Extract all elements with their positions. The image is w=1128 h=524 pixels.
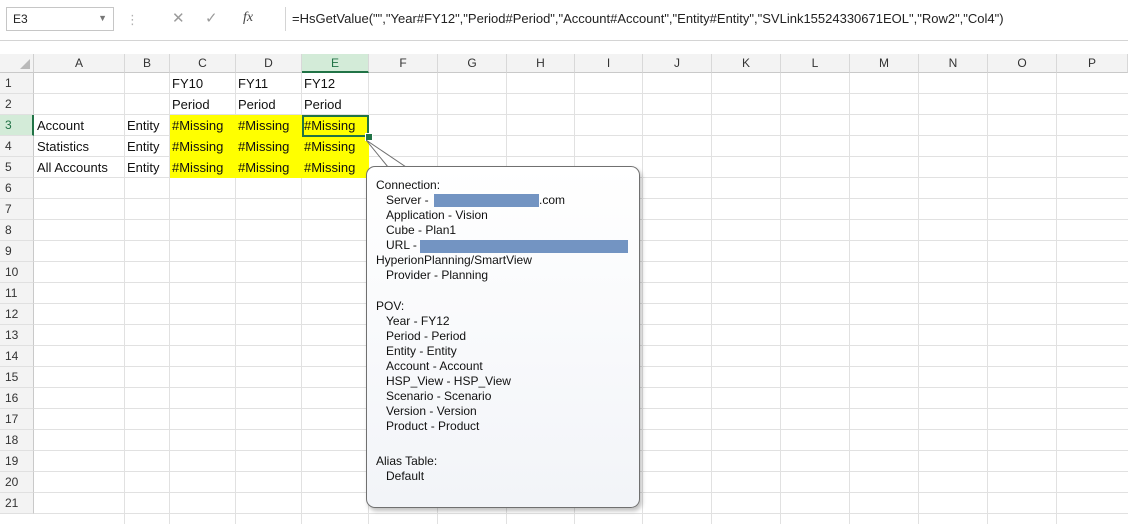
- column-header-i[interactable]: I: [575, 54, 643, 73]
- column-header-m[interactable]: M: [850, 54, 919, 73]
- cell-d1[interactable]: FY11: [236, 73, 302, 94]
- cell-e4[interactable]: #Missing: [302, 136, 369, 157]
- row-header-10[interactable]: 10: [0, 262, 34, 283]
- column-header-b[interactable]: B: [125, 54, 170, 73]
- pov-item: Period - Period: [386, 329, 467, 343]
- column-header-n[interactable]: N: [919, 54, 988, 73]
- provider-line: Provider - Planning: [386, 268, 489, 282]
- row-header-11[interactable]: 11: [0, 283, 34, 304]
- cell-a4[interactable]: Statistics: [35, 136, 125, 157]
- column-header-f[interactable]: F: [369, 54, 438, 73]
- cell-c5[interactable]: #Missing: [170, 157, 236, 178]
- column-header-l[interactable]: L: [781, 54, 850, 73]
- row-header-17[interactable]: 17: [0, 409, 34, 430]
- redacted-url: [420, 240, 628, 253]
- enter-check-icon[interactable]: ✓: [205, 9, 218, 27]
- grid-line: [849, 73, 850, 524]
- cancel-icon[interactable]: ✕: [172, 9, 185, 27]
- grid-line: [34, 513, 1128, 514]
- row-header-8[interactable]: 8: [0, 220, 34, 241]
- row-header-4[interactable]: 4: [0, 136, 34, 157]
- active-cell-border: [302, 115, 369, 137]
- pov-label: POV:: [376, 299, 405, 313]
- cell-a5[interactable]: All Accounts: [35, 157, 125, 178]
- column-header-e[interactable]: E: [302, 54, 369, 73]
- row-header-15[interactable]: 15: [0, 367, 34, 388]
- grid-line: [987, 73, 988, 524]
- row-header-5[interactable]: 5: [0, 157, 34, 178]
- pov-item: HSP_View - HSP_View: [386, 374, 511, 388]
- cell-c4[interactable]: #Missing: [170, 136, 236, 157]
- column-header-d[interactable]: D: [236, 54, 302, 73]
- cell-d5[interactable]: #Missing: [236, 157, 302, 178]
- row-header-12[interactable]: 12: [0, 304, 34, 325]
- cell-c2[interactable]: Period: [170, 94, 236, 115]
- server-prefix: Server -: [386, 193, 429, 207]
- cell-b3[interactable]: Entity: [125, 115, 170, 136]
- url-prefix: URL -: [386, 238, 417, 252]
- grid-line: [1056, 73, 1057, 524]
- alias-table-label: Alias Table:: [376, 454, 438, 468]
- grid-line: [711, 73, 712, 524]
- cell-a3[interactable]: Account: [35, 115, 125, 136]
- chevron-down-icon[interactable]: ▼: [98, 13, 107, 23]
- cell-comment-tooltip: Connection: Server - .com Application - …: [366, 166, 640, 508]
- pov-item: Scenario - Scenario: [386, 389, 492, 403]
- row-header-20[interactable]: 20: [0, 472, 34, 493]
- column-header-g[interactable]: G: [438, 54, 507, 73]
- connection-label: Connection:: [376, 178, 441, 192]
- insert-function-icon[interactable]: fx: [243, 10, 253, 26]
- row-header-18[interactable]: 18: [0, 430, 34, 451]
- row-header-1[interactable]: 1: [0, 73, 34, 94]
- row-header-7[interactable]: 7: [0, 199, 34, 220]
- row-header-21[interactable]: 21: [0, 493, 34, 514]
- cell-e1[interactable]: FY12: [302, 73, 369, 94]
- cell-e5[interactable]: #Missing: [302, 157, 369, 178]
- row-header-19[interactable]: 19: [0, 451, 34, 472]
- application-line: Application - Vision: [386, 208, 488, 222]
- cell-e2[interactable]: Period: [302, 94, 369, 115]
- select-all-icon: [20, 59, 30, 69]
- cell-b5[interactable]: Entity: [125, 157, 170, 178]
- cell-b4[interactable]: Entity: [125, 136, 170, 157]
- row-header-16[interactable]: 16: [0, 388, 34, 409]
- server-suffix: .com: [539, 193, 566, 207]
- row-header-6[interactable]: 6: [0, 178, 34, 199]
- pov-item: Product - Product: [386, 419, 480, 433]
- column-header-c[interactable]: C: [170, 54, 236, 73]
- grid-line: [642, 73, 643, 524]
- pov-item: Account - Account: [386, 359, 483, 373]
- row-header-13[interactable]: 13: [0, 325, 34, 346]
- row-header-14[interactable]: 14: [0, 346, 34, 367]
- row-header-3[interactable]: 3: [0, 115, 34, 136]
- alias-table-value: Default: [386, 469, 425, 483]
- cell-c3[interactable]: #Missing: [170, 115, 236, 136]
- redacted-server: [434, 194, 539, 207]
- column-header-k[interactable]: K: [712, 54, 781, 73]
- column-header-p[interactable]: P: [1057, 54, 1128, 73]
- row-header-2[interactable]: 2: [0, 94, 34, 115]
- cube-line: Cube - Plan1: [386, 223, 457, 237]
- name-box-value: E3: [13, 12, 28, 26]
- drag-handle-icon[interactable]: ⋮: [126, 12, 139, 28]
- column-header-h[interactable]: H: [507, 54, 575, 73]
- pov-item: Version - Version: [386, 404, 477, 418]
- grid-line: [780, 73, 781, 524]
- column-header-j[interactable]: J: [643, 54, 712, 73]
- pov-item: Entity - Entity: [386, 344, 457, 358]
- formula-input[interactable]: =HsGetValue("","Year#FY12","Period#Perio…: [285, 7, 1128, 31]
- cell-d4[interactable]: #Missing: [236, 136, 302, 157]
- cell-c1[interactable]: FY10: [170, 73, 236, 94]
- grid-line: [918, 73, 919, 524]
- name-box[interactable]: E3 ▼: [6, 7, 114, 31]
- url-path: HyperionPlanning/SmartView: [376, 253, 532, 267]
- row-header-9[interactable]: 9: [0, 241, 34, 262]
- cell-d2[interactable]: Period: [236, 94, 302, 115]
- column-header-o[interactable]: O: [988, 54, 1057, 73]
- formula-bar: E3 ▼ ⋮ ✕ ✓ fx =HsGetValue("","Year#FY12"…: [0, 0, 1128, 41]
- pov-item: Year - FY12: [386, 314, 450, 328]
- column-header-a[interactable]: A: [34, 54, 125, 73]
- select-all-corner[interactable]: [0, 54, 34, 73]
- cell-d3[interactable]: #Missing: [236, 115, 302, 136]
